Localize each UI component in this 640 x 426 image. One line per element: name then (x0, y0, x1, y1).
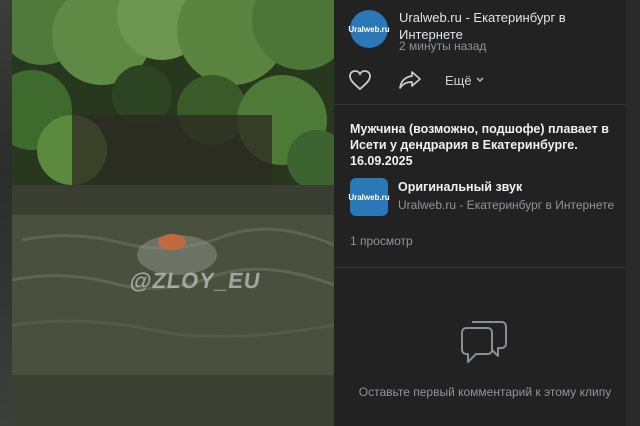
audio-avatar: Uralweb.ru (348, 178, 390, 216)
view-count: 1 просмотр (350, 234, 413, 248)
heart-icon (349, 70, 371, 91)
like-button[interactable] (348, 66, 372, 94)
clip-info-panel: Uralweb.ru Uralweb.ru - Екатеринбург в И… (334, 0, 626, 426)
audio-title[interactable]: Оригинальный звук (398, 180, 522, 194)
share-icon (399, 71, 421, 89)
comments-icon (461, 321, 507, 363)
author-name[interactable]: Uralweb.ru - Екатеринбург в Интернете (399, 9, 614, 43)
video-watermark: @ZLOY_EU (128, 268, 263, 293)
post-header: Uralweb.ru Uralweb.ru - Екатеринбург в И… (348, 9, 620, 56)
divider (334, 104, 626, 105)
audio-track[interactable]: Uralweb.ru Оригинальный звук Uralweb.ru … (348, 178, 620, 218)
post-time[interactable]: 2 минуты назад (399, 39, 486, 53)
video-player[interactable]: @ZLOY_EU (12, 0, 334, 426)
more-button[interactable]: Ещё (445, 66, 485, 94)
video-trees (12, 0, 334, 195)
background-page-right (626, 0, 640, 426)
more-label: Ещё (445, 72, 472, 88)
action-bar: Ещё (348, 66, 618, 94)
author-avatar[interactable]: Uralweb.ru (348, 10, 390, 48)
clip-description: Мужчина (возможно, подшофе) плавает в Ис… (350, 122, 609, 168)
share-button[interactable] (398, 66, 422, 94)
divider (334, 267, 626, 268)
chevron-down-icon (476, 77, 484, 82)
empty-comments-text: Оставьте первый комментарий к этому клип… (358, 385, 612, 399)
video-water (12, 185, 334, 426)
audio-author[interactable]: Uralweb.ru - Екатеринбург в Интернете (398, 198, 614, 212)
